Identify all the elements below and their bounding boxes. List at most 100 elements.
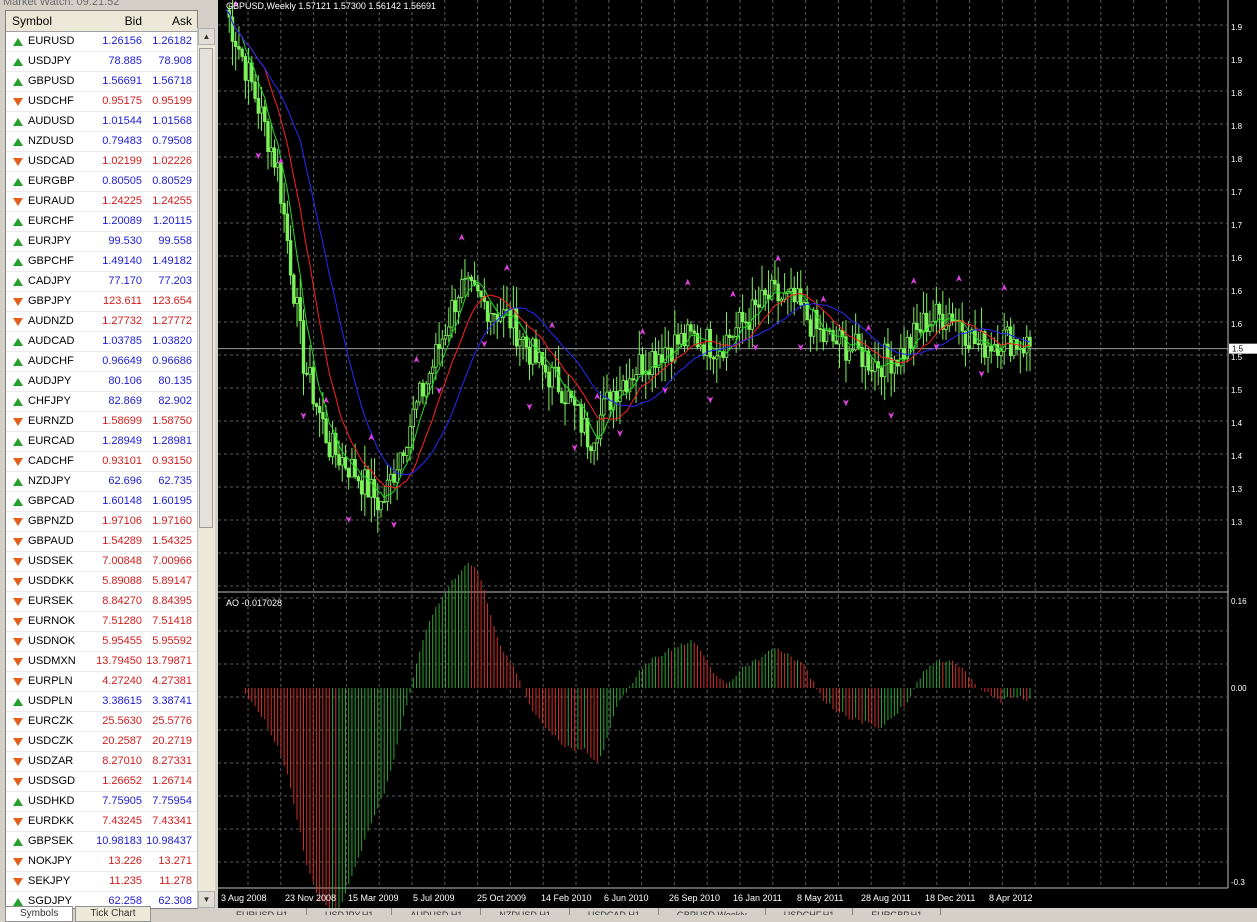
symbol-row-chfjpy[interactable]: CHFJPY 82.869 82.902 [6,392,197,412]
candle-body [753,299,758,306]
arrow-up-icon [13,257,23,266]
column-header-ask[interactable]: Ask [142,11,196,31]
symbol-row-audjpy[interactable]: AUDJPY 80.106 80.135 [6,372,197,392]
chart-tab-3[interactable]: NZDUSD,H1 [481,908,570,915]
symbol-cell: NOKJPY [6,852,88,871]
ask-price: 0.80529 [152,175,192,187]
symbol-row-eurchf[interactable]: EURCHF 1.20089 1.20115 [6,212,197,232]
symbol-row-usdsgd[interactable]: USDSGD 1.26652 1.26714 [6,772,197,792]
symbol-cell: CADJPY [6,272,88,291]
symbol-row-usdchf[interactable]: USDCHF 0.95175 0.95199 [6,92,197,112]
ao-indicator-label: AO -0.017028 [226,598,282,608]
market-watch-scrollbar[interactable]: ▲ ▼ [197,28,215,908]
price-chart-window[interactable]: GBPUSD,Weekly 1.57121 1.57300 1.56142 1.… [218,0,1257,914]
symbol-row-eurgbp[interactable]: EURGBP 0.80505 0.80529 [6,172,197,192]
fractal-up-arrow [729,290,736,298]
symbol-row-audchf[interactable]: AUDCHF 0.96649 0.96686 [6,352,197,372]
symbol-row-cadjpy[interactable]: CADJPY 77.170 77.203 [6,272,197,292]
symbol-row-audusd[interactable]: AUDUSD 1.01544 1.01568 [6,112,197,132]
symbol-row-eurpln[interactable]: EURPLN 4.27240 4.27381 [6,672,197,692]
symbol-row-nokjpy[interactable]: NOKJPY 13.226 13.271 [6,852,197,872]
tab-tick-chart[interactable]: Tick Chart [75,906,151,922]
symbol-row-usdmxn[interactable]: USDMXN 13.79450 13.79871 [6,652,197,672]
symbol-row-gbpjpy[interactable]: GBPJPY 123.611 123.654 [6,292,197,312]
symbol-row-usdczk[interactable]: USDCZK 20.2587 20.2719 [6,732,197,752]
symbol-cell: USDDKK [6,572,88,591]
symbol-row-eurcad[interactable]: EURCAD 1.28949 1.28981 [6,432,197,452]
symbol-row-audnzd[interactable]: AUDNZD 1.27732 1.27772 [6,312,197,332]
symbol-row-euraud[interactable]: EURAUD 1.24225 1.24255 [6,192,197,212]
column-header-symbol[interactable]: Symbol [6,11,88,31]
symbol-name: USDSGD [28,775,76,787]
candle-body [311,367,315,405]
symbol-row-gbpsek[interactable]: GBPSEK 10.98183 10.98437 [6,832,197,852]
candle-body [996,344,1000,356]
symbol-row-nzdusd[interactable]: NZDUSD 0.79483 0.79508 [6,132,197,152]
symbol-row-usdhkd[interactable]: USDHKD 7.75905 7.75954 [6,792,197,812]
symbol-row-eurjpy[interactable]: EURJPY 99.530 99.558 [6,232,197,252]
ask-price: 1.03820 [152,335,192,347]
scrollbar-thumb[interactable] [199,48,213,528]
arrow-down-icon [13,97,23,106]
symbol-row-gbpchf[interactable]: GBPCHF 1.49140 1.49182 [6,252,197,272]
symbol-cell: USDNOK [6,632,88,651]
symbol-row-eurnzd[interactable]: EURNZD 1.58699 1.58750 [6,412,197,432]
scroll-up-button[interactable]: ▲ [198,28,215,45]
symbol-row-usdzar[interactable]: USDZAR 8.27010 8.27331 [6,752,197,772]
arrow-up-icon [13,837,23,846]
candle-body [527,346,532,365]
candle-body [317,406,322,413]
candle-body [382,501,386,503]
chart-tab-6[interactable]: USDCHF,H1 [766,908,854,915]
chart-tab-4[interactable]: USDCAD,H1 [570,908,659,915]
chart-tab-1[interactable]: USDJPY,H1 [307,908,393,915]
chart-tab-0[interactable]: EURUSD,H1 [218,908,308,915]
symbol-row-eurnok[interactable]: EURNOK 7.51280 7.51418 [6,612,197,632]
symbol-row-usddkk[interactable]: USDDKK 5.89088 5.89147 [6,572,197,592]
chart-tab-7[interactable]: EURGBP,H1 [853,908,942,915]
symbol-row-gbpusd[interactable]: GBPUSD 1.56691 1.56718 [6,72,197,92]
symbol-name: EURCHF [28,215,74,227]
symbol-row-usdjpy[interactable]: USDJPY 78.885 78.908 [6,52,197,72]
symbol-name: GBPUSD [28,75,75,87]
bid-price: 8.27010 [102,755,142,767]
symbol-row-eursek[interactable]: EURSEK 8.84270 8.84395 [6,592,197,612]
symbol-row-eurczk[interactable]: EURCZK 25.5630 25.5776 [6,712,197,732]
symbol-name: EURAUD [28,195,75,207]
symbol-row-eurdkk[interactable]: EURDKK 7.43245 7.43341 [6,812,197,832]
date-axis-label: 8 May 2011 [797,893,843,903]
symbol-cell: USDCZK [6,732,88,751]
symbol-name: USDCAD [28,155,75,167]
ao-axis-label: 0.00 [1231,684,1247,693]
symbol-row-gbpnzd[interactable]: GBPNZD 1.97106 1.97160 [6,512,197,532]
candle-body [715,355,719,360]
symbol-row-cadchf[interactable]: CADCHF 0.93101 0.93150 [6,452,197,472]
fractal-up-arrow [820,295,827,303]
price-axis-label: 1.3 [1231,518,1243,527]
symbol-row-gbpcad[interactable]: GBPCAD 1.60148 1.60195 [6,492,197,512]
scroll-down-button[interactable]: ▼ [198,891,215,908]
price-axis-label: 1.9 [1231,56,1243,65]
candle-body [966,345,971,349]
symbol-row-audcad[interactable]: AUDCAD 1.03785 1.03820 [6,332,197,352]
candle-body [731,336,735,338]
price-chart-svg[interactable]: GBPUSD,Weekly 1.57121 1.57300 1.56142 1.… [218,0,1257,914]
symbol-row-usdpln[interactable]: USDPLN 3.38615 3.38741 [6,692,197,712]
candle-body [295,297,299,304]
ao-axis-label: 0.16 [1231,597,1247,606]
candle-body [711,356,716,360]
symbol-row-sekjpy[interactable]: SEKJPY 11.235 11.278 [6,872,197,892]
chart-tab-5[interactable]: GBPUSD,Weekly [659,908,766,915]
candle-body [582,417,587,433]
symbol-row-nzdjpy[interactable]: NZDJPY 62.696 62.735 [6,472,197,492]
candle-body [469,276,474,281]
symbol-row-gbpaud[interactable]: GBPAUD 1.54289 1.54325 [6,532,197,552]
symbol-row-usdnok[interactable]: USDNOK 5.95455 5.95592 [6,632,197,652]
symbol-row-usdcad[interactable]: USDCAD 1.02199 1.02226 [6,152,197,172]
symbol-row-eurusd[interactable]: EURUSD 1.26156 1.26182 [6,32,197,52]
tab-symbols[interactable]: Symbols [5,906,74,922]
symbol-name: CADCHF [28,455,74,467]
chart-tab-2[interactable]: AUDUSD,H1 [392,908,482,915]
symbol-row-usdsek[interactable]: USDSEK 7.00848 7.00966 [6,552,197,572]
column-header-bid[interactable]: Bid [88,11,142,31]
